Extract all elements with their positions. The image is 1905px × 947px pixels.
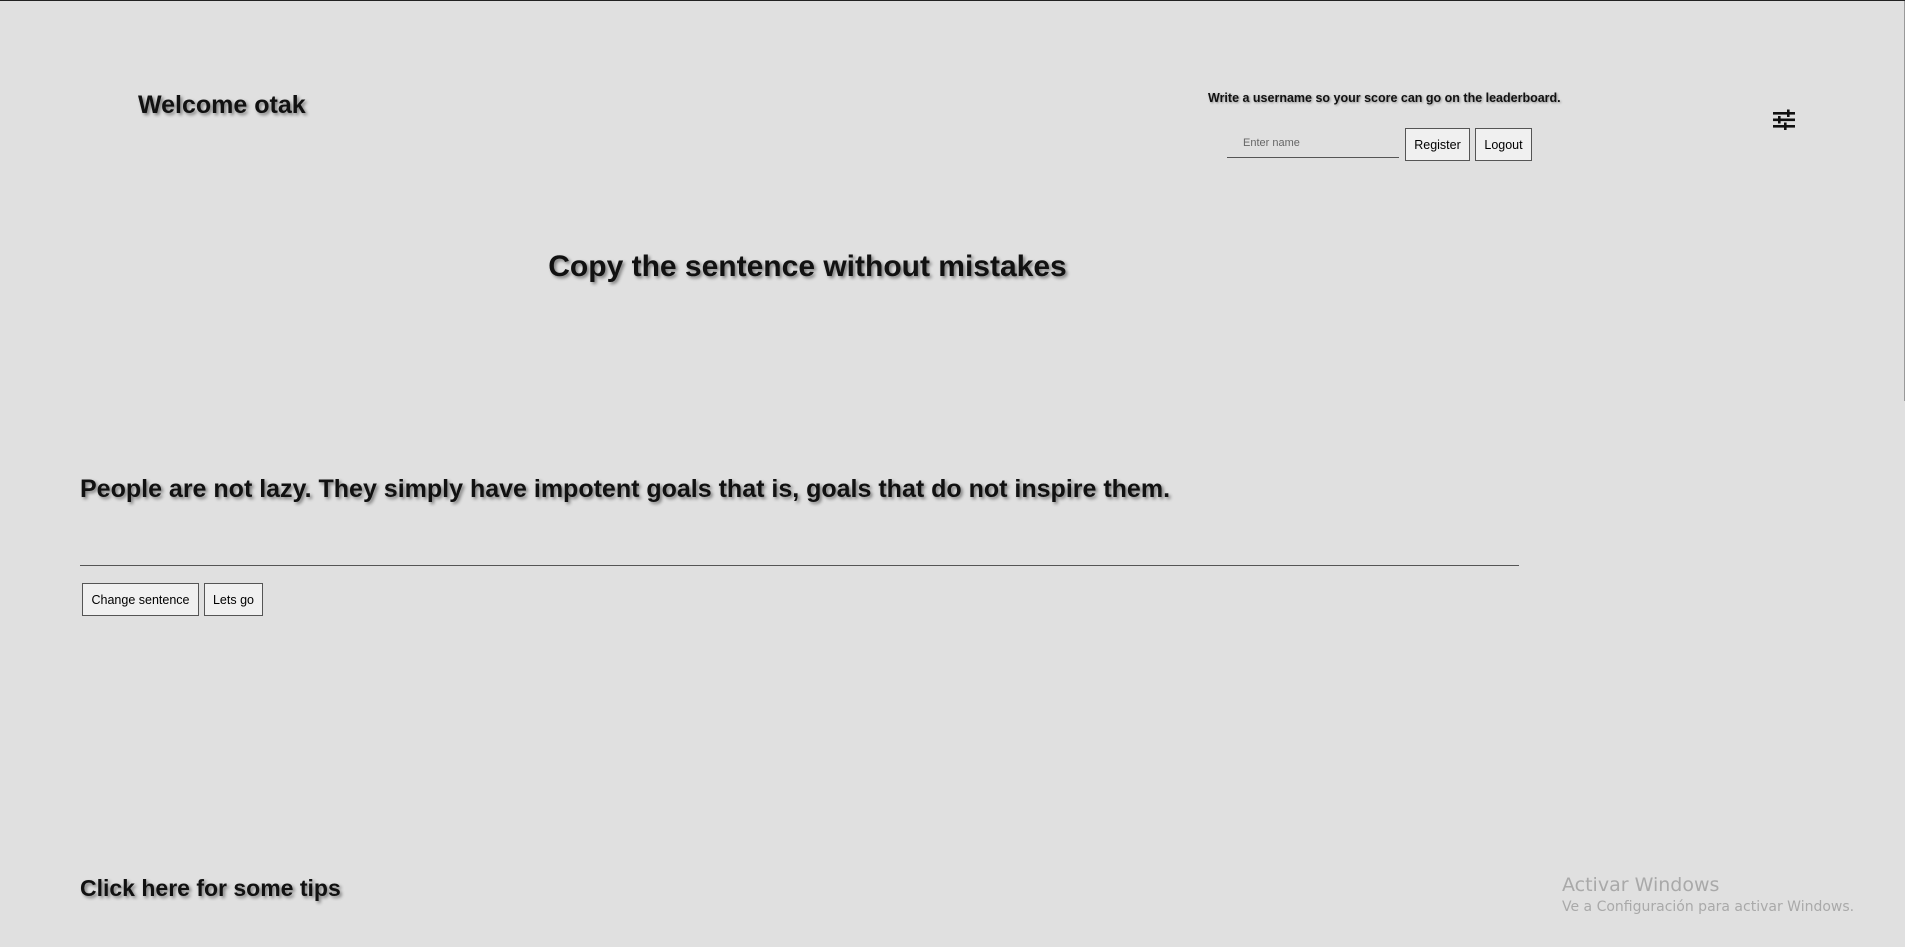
answer-input[interactable] (80, 531, 1519, 566)
register-hint: Write a username so your score can go on… (1208, 91, 1561, 105)
username-input[interactable] (1227, 128, 1399, 158)
lets-go-button[interactable]: Lets go (204, 583, 263, 616)
tips-link[interactable]: Click here for some tips (80, 875, 341, 902)
sliders-icon[interactable] (1772, 107, 1796, 133)
register-button[interactable]: Register (1405, 128, 1470, 161)
logout-button[interactable]: Logout (1475, 128, 1532, 161)
watermark-title: Activar Windows (1562, 874, 1720, 896)
change-sentence-button[interactable]: Change sentence (82, 583, 199, 616)
target-sentence: People are not lazy. They simply have im… (80, 475, 1171, 503)
welcome-heading: Welcome otak (138, 91, 306, 119)
watermark-subtitle: Ve a Configuración para activar Windows. (1562, 899, 1855, 915)
activation-watermark: Activar Windows Ve a Configuración para … (1562, 874, 1854, 915)
page-title: Copy the sentence without mistakes (548, 250, 1067, 283)
